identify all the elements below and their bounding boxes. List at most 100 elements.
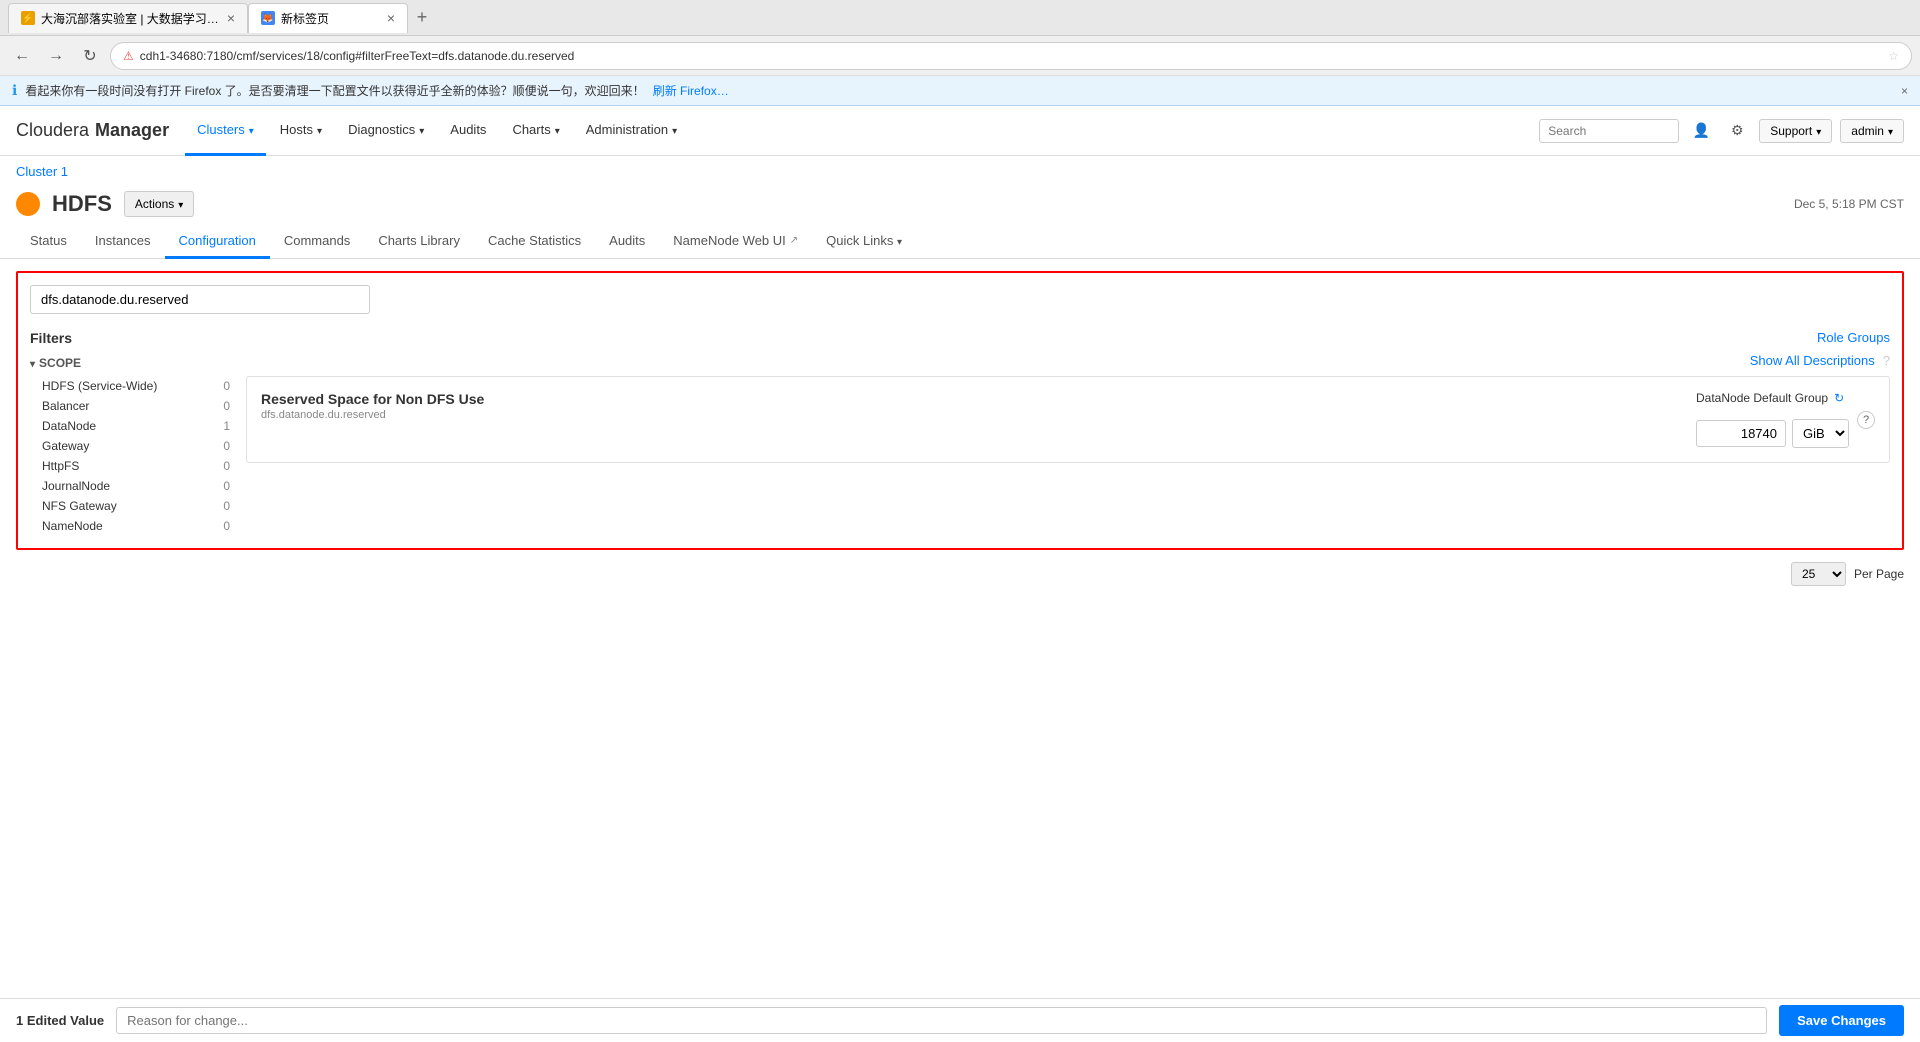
tab-commands-label: Commands (284, 233, 350, 248)
edited-count-label: 1 Edited Value (16, 1013, 104, 1028)
admin-chevron-icon (1888, 124, 1893, 138)
nav-hosts[interactable]: Hosts (268, 106, 334, 156)
filter-item-name: JournalNode (42, 479, 110, 493)
tab-status-label: Status (30, 233, 67, 248)
address-bar[interactable]: ⚠ cdh1-34680:7180/cmf/services/18/config… (110, 42, 1912, 70)
lock-icon: ⚠ (123, 49, 134, 63)
tab-audits[interactable]: Audits (595, 225, 659, 259)
filter-item[interactable]: Balancer0 (30, 396, 230, 416)
breadcrumb[interactable]: Cluster 1 (0, 156, 1920, 187)
group-label-text: DataNode Default Group (1696, 391, 1828, 405)
nav-audits[interactable]: Audits (438, 106, 498, 156)
config-item-control: DataNode Default Group ↻ GiB B KiB (1696, 391, 1875, 448)
info-icon: ℹ (12, 82, 17, 99)
help-icon[interactable]: ? (1857, 411, 1875, 429)
browser-tab-2[interactable]: 🦊 新标签页 × (248, 3, 408, 33)
tab-status[interactable]: Status (16, 225, 81, 259)
refresh-icon[interactable]: ↻ (1834, 391, 1844, 405)
filter-item[interactable]: NFS Gateway 0 (30, 496, 230, 516)
role-groups-link[interactable]: Role Groups (1817, 330, 1890, 345)
tab-namenode-web-ui[interactable]: NameNode Web UI ↗ (659, 225, 812, 259)
back-button[interactable]: ← (8, 42, 36, 70)
user-icon[interactable]: 👤 (1687, 117, 1715, 145)
filter-item-name: NFS Gateway (42, 499, 117, 513)
star-icon[interactable]: ☆ (1888, 49, 1899, 63)
address-text: cdh1-34680:7180/cmf/services/18/config#f… (140, 49, 1882, 63)
support-label: Support (1770, 124, 1812, 138)
cm-nav-items: Clusters Hosts Diagnostics Audits Charts… (185, 106, 1539, 156)
value-input[interactable] (1696, 420, 1786, 447)
scope-section-title[interactable]: SCOPE (30, 356, 230, 370)
nav-hosts-label: Hosts (280, 122, 313, 137)
filter-item[interactable]: HDFS (Service-Wide)0 (30, 376, 230, 396)
forward-button[interactable]: → (42, 42, 70, 70)
tab-audits-label: Audits (609, 233, 645, 248)
group-label: DataNode Default Group ↻ (1696, 391, 1849, 405)
actions-chevron-icon (178, 197, 183, 211)
filter-item-count: 0 (223, 439, 230, 453)
support-button[interactable]: Support (1759, 119, 1832, 143)
help-circle-icon[interactable]: ? (1883, 353, 1890, 368)
tab-favicon-1: ⚡ (21, 11, 35, 25)
reason-input[interactable] (116, 1007, 1767, 1034)
service-icon: ● (16, 192, 40, 216)
nav-clusters[interactable]: Clusters (185, 106, 266, 156)
show-all-descriptions-link[interactable]: Show All Descriptions (1750, 353, 1875, 368)
config-actions-row: Role Groups (246, 330, 1890, 345)
clusters-chevron-icon (249, 122, 254, 137)
filter-item-name: Gateway (42, 439, 89, 453)
tab-instances[interactable]: Instances (81, 225, 165, 259)
tab-charts-library[interactable]: Charts Library (364, 225, 474, 259)
info-message: 看起来你有一段时间没有打开 Firefox 了。是否要清理一下配置文件以获得近乎… (25, 82, 644, 99)
tab-quick-links[interactable]: Quick Links (812, 225, 916, 259)
admin-button[interactable]: admin (1840, 119, 1904, 143)
nav-diagnostics[interactable]: Diagnostics (336, 106, 436, 156)
info-action-link[interactable]: 刷新 Firefox… (653, 82, 729, 99)
tab-favicon-2: 🦊 (261, 11, 275, 25)
save-changes-button[interactable]: Save Changes (1779, 1005, 1904, 1036)
nav-clusters-label: Clusters (197, 122, 245, 137)
hosts-chevron-icon (317, 122, 322, 137)
tab-configuration[interactable]: Configuration (165, 225, 270, 259)
browser-titlebar: ⚡ 大海沉部落实验室 | 大数据学习云... × 🦊 新标签页 × + (0, 0, 1920, 36)
filter-item[interactable]: JournalNode0 (30, 476, 230, 496)
scope-label: SCOPE (39, 356, 81, 370)
filter-item-count: 0 (223, 499, 230, 513)
filter-item-name: NameNode (42, 519, 103, 533)
charts-chevron-icon (555, 122, 560, 137)
unit-select[interactable]: GiB B KiB MiB TiB (1792, 419, 1849, 448)
filter-item[interactable]: HttpFS0 (30, 456, 230, 476)
nav-charts[interactable]: Charts (500, 106, 571, 156)
tab-commands[interactable]: Commands (270, 225, 364, 259)
filter-item-count: 1 (223, 419, 230, 433)
nav-audits-label: Audits (450, 122, 486, 137)
config-item-info: Reserved Space for Non DFS Use dfs.datan… (261, 391, 1680, 421)
tab-close-1[interactable]: × (227, 10, 235, 26)
settings-icon[interactable]: ⚙ (1723, 117, 1751, 145)
tab-close-2[interactable]: × (387, 10, 395, 26)
config-search-input[interactable] (30, 285, 370, 314)
tab-quick-links-label: Quick Links (826, 233, 893, 248)
filter-highlight-box: Filters SCOPE HDFS (Service-Wide)0Balanc… (16, 271, 1904, 550)
new-tab-button[interactable]: + (408, 4, 436, 32)
config-search-bar (30, 285, 1890, 314)
nav-charts-label: Charts (512, 122, 550, 137)
filter-item[interactable]: Gateway 0 (30, 436, 230, 456)
cm-topnav: Cloudera Manager Clusters Hosts Diagnost… (0, 106, 1920, 156)
info-bar: ℹ 看起来你有一段时间没有打开 Firefox 了。是否要清理一下配置文件以获得… (0, 76, 1920, 106)
config-layout: Filters SCOPE HDFS (Service-Wide)0Balanc… (30, 330, 1890, 536)
search-input[interactable] (1539, 119, 1679, 143)
service-header: ● HDFS Actions Dec 5, 5:18 PM CST (0, 187, 1920, 217)
refresh-button[interactable]: ↻ (76, 42, 104, 70)
actions-button[interactable]: Actions (124, 191, 194, 217)
browser-tab-1[interactable]: ⚡ 大海沉部落实验室 | 大数据学习云... × (8, 3, 248, 33)
tab-cache-statistics[interactable]: Cache Statistics (474, 225, 595, 259)
filter-item[interactable]: NameNode0 (30, 516, 230, 536)
browser-toolbar: ← → ↻ ⚠ cdh1-34680:7180/cmf/services/18/… (0, 36, 1920, 76)
filters-title: Filters (30, 330, 230, 346)
info-close-button[interactable]: × (1901, 84, 1908, 98)
per-page-select[interactable]: 25 50 100 (1791, 562, 1846, 586)
config-item-name: Reserved Space for Non DFS Use (261, 391, 1680, 407)
filter-item[interactable]: DataNode1 (30, 416, 230, 436)
nav-administration[interactable]: Administration (574, 106, 689, 156)
